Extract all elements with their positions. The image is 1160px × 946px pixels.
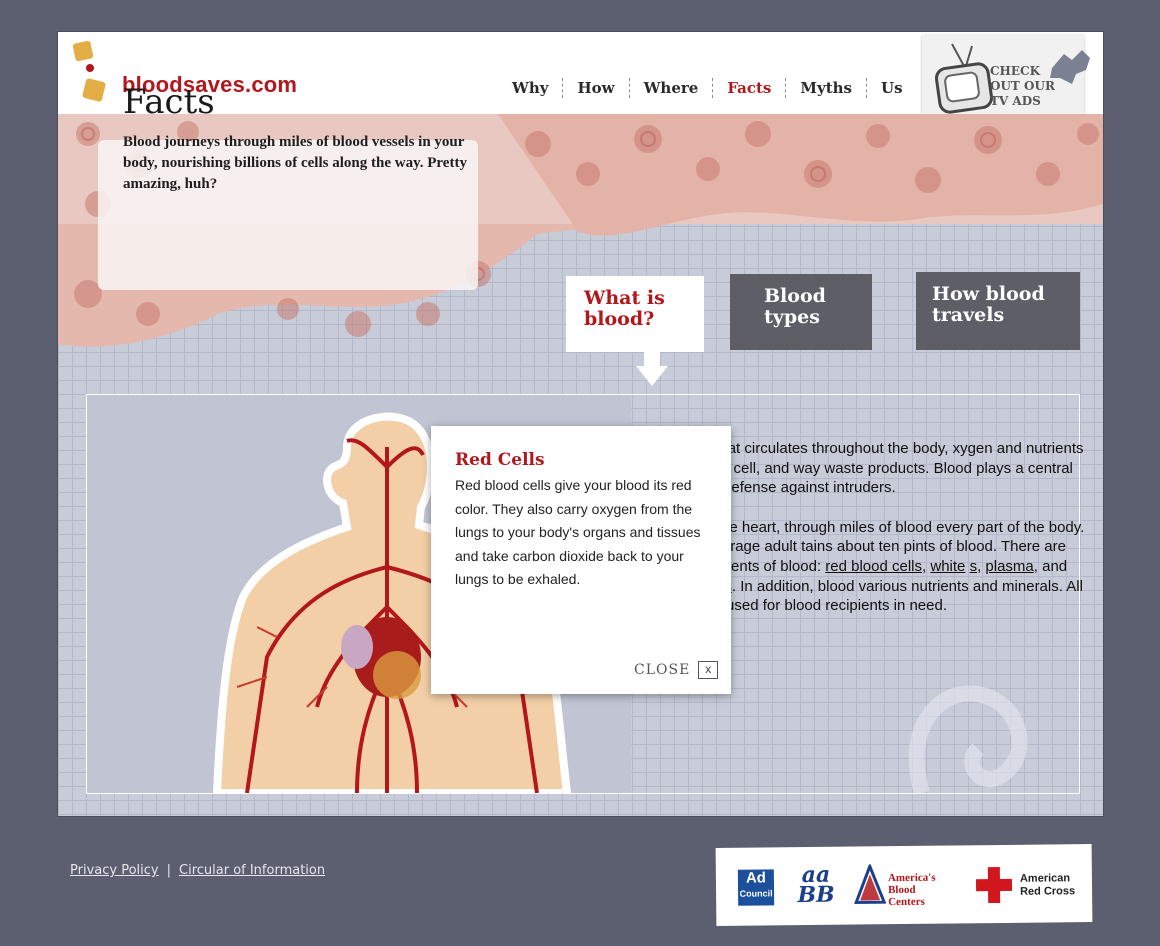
red-cross-icon — [975, 866, 1013, 904]
tab-how-blood-travels[interactable]: How blood travels — [916, 272, 1080, 350]
popup-title: Red Cells — [455, 450, 545, 470]
ad-council-council: Council — [739, 888, 773, 899]
site-header: bloodsaves.com Why How Where Facts Myths… — [58, 32, 1103, 122]
page-title: Facts — [123, 82, 215, 122]
close-label: CLOSE — [634, 662, 691, 678]
copy-text: . In addition, blood various nutrients a… — [676, 577, 1083, 615]
what-is-blood-copy: liquid that circulates throughout the bo… — [676, 439, 1086, 636]
main-nav: Why How Where Facts Myths Us — [498, 78, 917, 98]
nav-why[interactable]: Why — [498, 79, 562, 97]
abc-line2: Centers — [888, 895, 925, 909]
intro-text: Blood journeys through miles of blood ve… — [123, 134, 467, 192]
plasma-link[interactable]: plasma — [985, 558, 1033, 575]
torn-corner-icon — [1050, 50, 1090, 84]
abc-line1: America's Blood — [887, 871, 936, 897]
copy-paragraph-2: ed by the heart, through miles of blood … — [676, 518, 1085, 615]
red-blood-cells-link[interactable]: red blood cells — [825, 558, 922, 575]
bandage-logo-icon[interactable] — [68, 40, 108, 106]
tab-label: Blood types — [764, 285, 826, 328]
white-blood-cells-link-end[interactable]: s — [970, 558, 978, 575]
nav-myths[interactable]: Myths — [786, 79, 866, 97]
tv-ads-link[interactable]: CHECK OUT OUR TV ADS — [922, 34, 1090, 122]
tab-blood-types[interactable]: Blood types — [730, 274, 872, 350]
privacy-policy-link[interactable]: Privacy Policy — [70, 863, 159, 878]
red-cells-popup: Red Cells Red blood cells give your bloo… — [431, 426, 731, 694]
footer-separator: | — [166, 863, 171, 878]
close-icon: x — [698, 661, 719, 679]
white-blood-cells-link[interactable]: white — [930, 558, 965, 575]
americas-blood-centers-star-icon — [854, 864, 887, 905]
tab-label: How blood travels — [932, 283, 1045, 326]
ad-council-ad: Ad — [745, 869, 767, 887]
circular-of-information-link[interactable]: Circular of Information — [179, 863, 325, 878]
arrow-down-icon — [636, 350, 668, 386]
swirl-decoration — [908, 685, 1028, 793]
footer-links: Privacy Policy | Circular of Information — [70, 863, 325, 878]
nav-how[interactable]: How — [563, 79, 628, 97]
nav-us[interactable]: Us — [867, 79, 917, 97]
nav-facts[interactable]: Facts — [713, 79, 785, 97]
arc-line1: American — [1019, 872, 1071, 885]
popup-close-button[interactable]: CLOSE x — [634, 661, 719, 679]
aabb-logo[interactable]: aa BB — [794, 862, 838, 909]
aabb-line2: BB — [797, 881, 835, 909]
partner-logos: Ad Council aa BB America's Blood Centers… — [715, 844, 1093, 926]
popup-text: Red blood cells give your blood its red … — [455, 477, 701, 588]
american-red-cross-logo[interactable]: American Red Cross — [1020, 872, 1090, 899]
tab-what-is-blood[interactable]: What is blood? — [566, 276, 704, 352]
copy-paragraph-1: liquid that circulates throughout the bo… — [676, 440, 1084, 497]
site-frame: bloodsaves.com Why How Where Facts Myths… — [58, 32, 1103, 816]
tab-label: What is blood? — [584, 287, 665, 330]
ad-council-logo[interactable]: Ad Council — [737, 869, 775, 906]
arc-line2: Red Cross — [1020, 885, 1076, 898]
americas-blood-centers-logo[interactable]: America's Blood Centers — [888, 871, 958, 908]
nav-where[interactable]: Where — [630, 79, 713, 97]
